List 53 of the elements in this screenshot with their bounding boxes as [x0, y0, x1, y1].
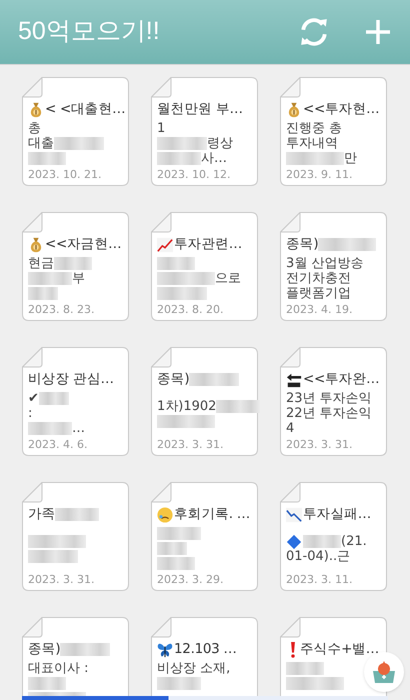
note-text: 주식수+밸…	[300, 640, 380, 659]
note-text: 전기차충전	[286, 271, 351, 286]
note-text: 부	[72, 271, 85, 286]
note-text: ✔	[28, 391, 39, 406]
note-text: 사…	[201, 151, 227, 166]
note-text: 가족	[28, 505, 56, 524]
note-text: 령상	[207, 136, 233, 151]
note-text: 종목)	[286, 235, 318, 254]
note-date: 2023. 10. 21.	[28, 168, 102, 182]
app-title: 50억모으기!!	[18, 16, 160, 48]
note-text: :	[28, 406, 32, 421]
note-text: 1	[157, 121, 166, 136]
note-text: 12.103 …	[174, 640, 237, 659]
note-text: 총	[28, 121, 41, 136]
note-date: 2023. 3. 29.	[157, 573, 224, 587]
note-date: 2023. 4. 6.	[28, 438, 88, 452]
note-date: 2023. 3. 31.	[286, 438, 354, 452]
note-text: 으로	[215, 271, 241, 286]
note-date: 2023. 3. 31.	[28, 573, 96, 587]
note-text: 투자실패…	[303, 505, 372, 524]
note-text: 3월 산업방송	[286, 256, 364, 271]
note-text: 대출	[28, 136, 54, 151]
note-text: 비상장 관심…	[28, 370, 114, 389]
note-text: 종목)	[157, 370, 190, 389]
note-text: 월천만원 부…	[157, 100, 243, 119]
note-text: <<투자완…	[303, 370, 380, 389]
note-text: 투자내역	[286, 136, 338, 151]
note-text: < <대출현…	[45, 100, 126, 119]
note-text: 23년 투자손익	[286, 391, 372, 406]
note-text: 대표이사 :	[28, 661, 89, 676]
note-text: …	[72, 421, 85, 436]
note-text: 비상장 소재,	[157, 661, 230, 676]
note-text: 후회기록. …	[174, 505, 250, 524]
note-text: (21.	[341, 534, 367, 549]
note-text: <<자금현…	[45, 235, 122, 254]
note-date: 2023. 10. 12.	[157, 168, 232, 182]
note-text: 플랫폼기업	[286, 286, 351, 301]
note-text: 01-04)..근	[286, 549, 350, 564]
note-text: 4	[286, 421, 294, 436]
note-text: 만	[344, 151, 357, 166]
note-text: 진행중 총	[286, 121, 342, 136]
note-date: 2023. 8. 23.	[28, 303, 96, 317]
note-text: 종목)	[28, 640, 60, 659]
note-text: 1차)1902	[157, 399, 216, 414]
note-text: 22년 투자손익	[286, 406, 372, 421]
note-date: 2023. 8. 20.	[157, 303, 224, 317]
note-text: <<투자현…	[303, 100, 380, 119]
note-date: 2023. 9. 11.	[286, 168, 354, 182]
note-text: 현금	[28, 256, 54, 271]
note-text: 투자관련…	[174, 235, 242, 254]
note-date: 2023. 3. 11.	[286, 573, 354, 587]
note-date: 2023. 4. 19.	[286, 303, 354, 317]
note-date: 2023. 3. 31.	[157, 438, 224, 452]
